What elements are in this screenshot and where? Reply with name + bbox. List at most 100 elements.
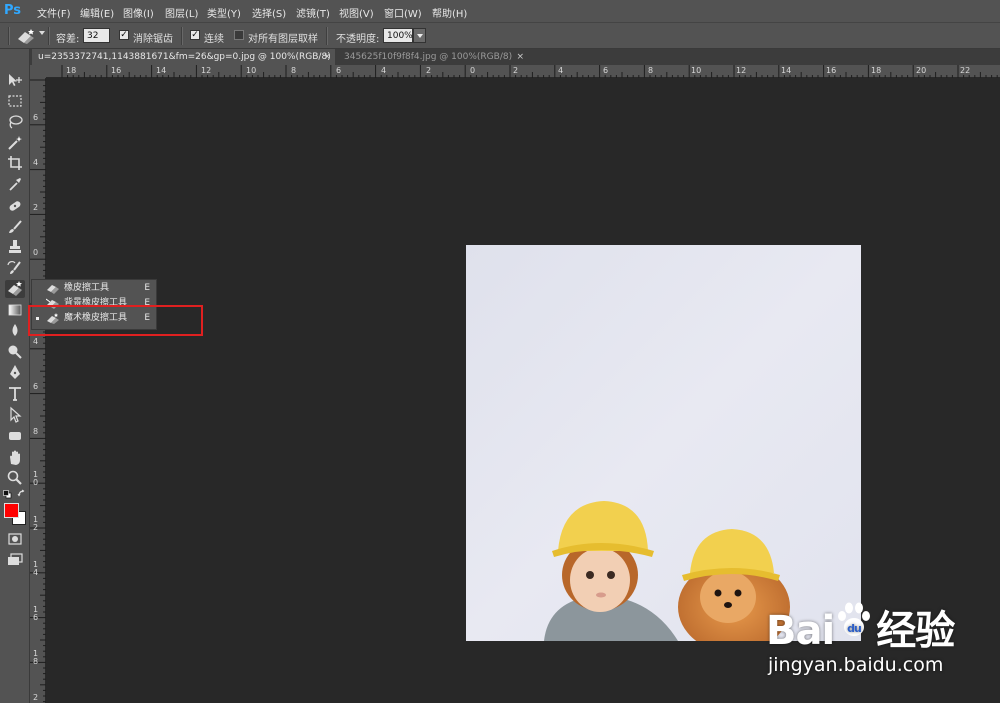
- sample-all-layers-checkbox[interactable]: [234, 30, 244, 40]
- menu-type[interactable]: 类型(Y): [207, 5, 241, 20]
- shortcut-key: E: [144, 283, 150, 293]
- ruler-number: 6: [336, 66, 342, 75]
- ruler-ticks: [61, 65, 998, 78]
- flyout-item-label: 橡皮擦工具: [64, 283, 110, 293]
- tolerance-input[interactable]: 32: [83, 28, 110, 43]
- default-colors-icon[interactable]: [3, 490, 12, 499]
- magic-wand-tool-icon[interactable]: [5, 134, 25, 152]
- menu-view[interactable]: 视图(V): [339, 5, 374, 20]
- menu-filter[interactable]: 滤镜(T): [296, 5, 330, 20]
- rectangle-tool-icon[interactable]: [5, 427, 25, 445]
- magic-eraser-preset-icon[interactable]: [16, 27, 38, 48]
- watermark-url: jingyan.baidu.com: [768, 654, 944, 676]
- baidu-jingyan-watermark: Bai du 经验 jingyan.baidu.com: [766, 598, 1000, 703]
- ruler-number: 1 0: [33, 470, 39, 487]
- dodge-tool-icon[interactable]: [5, 342, 25, 360]
- ruler-number: 8: [33, 427, 39, 436]
- photoshop-logo: Ps: [4, 3, 22, 18]
- document-canvas[interactable]: [466, 245, 861, 641]
- quick-mask-icon[interactable]: [5, 530, 25, 548]
- close-icon[interactable]: ×: [323, 49, 331, 65]
- ruler-number: 2: [426, 66, 432, 75]
- brush-tool-icon[interactable]: [5, 218, 25, 236]
- menu-file[interactable]: 文件(F): [37, 5, 71, 20]
- ruler-number: 8: [648, 66, 654, 75]
- foreground-color-swatch[interactable]: [4, 503, 19, 518]
- ruler-number: 20: [916, 66, 927, 75]
- screen-mode-icon[interactable]: [5, 551, 25, 569]
- clone-stamp-tool-icon[interactable]: [5, 238, 25, 256]
- pen-tool-icon[interactable]: [5, 363, 25, 381]
- ruler-number: 1 4: [33, 560, 39, 577]
- watermark-jingyan-text: 经验: [876, 608, 955, 654]
- ruler-number: 4: [558, 66, 564, 75]
- ruler-number: 1 8: [33, 649, 39, 666]
- ruler-number: 0: [33, 248, 39, 257]
- blur-tool-icon[interactable]: [5, 321, 25, 339]
- ruler-number: 14: [781, 66, 792, 75]
- crop-tool-icon[interactable]: [5, 154, 25, 172]
- ruler-number: 6: [603, 66, 609, 75]
- svg-text:du: du: [847, 622, 861, 635]
- contiguous-checkbox[interactable]: ✓: [190, 30, 200, 40]
- antialias-label: 消除锯齿: [133, 34, 173, 45]
- ruler-number: 10: [691, 66, 702, 75]
- ruler-number: 12: [201, 66, 212, 75]
- chevron-down-icon: [417, 34, 423, 38]
- ruler-number: 6: [33, 113, 39, 122]
- options-grip: [8, 27, 10, 45]
- path-selection-tool-icon[interactable]: [5, 406, 25, 424]
- menu-layer[interactable]: 图层(L): [165, 5, 198, 20]
- spot-healing-tool-icon[interactable]: [5, 197, 25, 215]
- tab-label: u=2353372741,1143881671&fm=26&gp=0.jpg @…: [38, 52, 331, 62]
- marquee-tool-icon[interactable]: [5, 92, 25, 110]
- tab-document-2[interactable]: 345625f10f9f8f4.jpg @ 100%(RGB/8) ×: [338, 49, 528, 65]
- eraser-tool-icon[interactable]: [5, 280, 25, 298]
- ruler-number: 4: [381, 66, 387, 75]
- paw-icon: du: [836, 600, 872, 650]
- tolerance-label: 容差:: [56, 34, 80, 45]
- horizontal-ruler: 18 16 14 12 10 8 6 4 2 0 2 4 6 8 10 12 1…: [46, 65, 1000, 78]
- swap-colors-icon[interactable]: [17, 489, 27, 499]
- watermark-logo: Bai du 经验: [766, 598, 955, 656]
- antialias-checkbox[interactable]: ✓: [119, 30, 129, 40]
- ruler-number: 0: [470, 66, 476, 75]
- ruler-number: 16: [111, 66, 122, 75]
- lasso-tool-icon[interactable]: [5, 113, 25, 131]
- highlight-annotation-box: [28, 305, 203, 336]
- options-separator: [48, 27, 50, 45]
- type-tool-icon[interactable]: [5, 385, 25, 403]
- tab-document-1[interactable]: u=2353372741,1143881671&fm=26&gp=0.jpg @…: [32, 49, 335, 65]
- ruler-number: 4: [33, 158, 39, 167]
- history-brush-tool-icon[interactable]: [5, 259, 25, 277]
- zoom-tool-icon[interactable]: [5, 469, 25, 487]
- ruler-origin[interactable]: [30, 65, 46, 78]
- menu-window[interactable]: 窗口(W): [384, 5, 422, 20]
- ruler-number: 1 2: [33, 515, 39, 532]
- close-icon[interactable]: ×: [516, 49, 524, 65]
- ruler-number: 8: [291, 66, 297, 75]
- menu-bar: Ps 文件(F) 编辑(E) 图像(I) 图层(L) 类型(Y) 选择(S) 滤…: [0, 0, 1000, 22]
- ruler-number: 22: [960, 66, 971, 75]
- options-separator: [326, 27, 328, 45]
- ruler-number: 12: [736, 66, 747, 75]
- menu-image[interactable]: 图像(I): [123, 5, 154, 20]
- opacity-dropdown-button[interactable]: [413, 28, 426, 43]
- menu-select[interactable]: 选择(S): [252, 5, 286, 20]
- menu-help[interactable]: 帮助(H): [432, 5, 467, 20]
- contiguous-label: 连续: [204, 34, 224, 45]
- eyedropper-tool-icon[interactable]: [5, 175, 25, 193]
- opacity-input[interactable]: 100%: [383, 28, 413, 43]
- hand-tool-icon[interactable]: [5, 449, 25, 467]
- menu-edit[interactable]: 编辑(E): [80, 5, 114, 20]
- ruler-number: 2: [33, 693, 39, 702]
- ruler-number: 18: [871, 66, 882, 75]
- move-tool-icon[interactable]: [5, 71, 25, 89]
- tab-label: 345625f10f9f8f4.jpg @ 100%(RGB/8): [344, 52, 513, 62]
- chevron-down-icon[interactable]: [39, 31, 45, 35]
- vertical-ruler: 6 4 2 0 2 4 6 8 1 0 1 2 1 4 1 6 1 8 2: [30, 78, 46, 703]
- ruler-number: 6: [33, 382, 39, 391]
- gradient-tool-icon[interactable]: [5, 301, 25, 319]
- flyout-item-eraser[interactable]: 橡皮擦工具 E: [32, 281, 156, 296]
- ruler-number: 16: [826, 66, 837, 75]
